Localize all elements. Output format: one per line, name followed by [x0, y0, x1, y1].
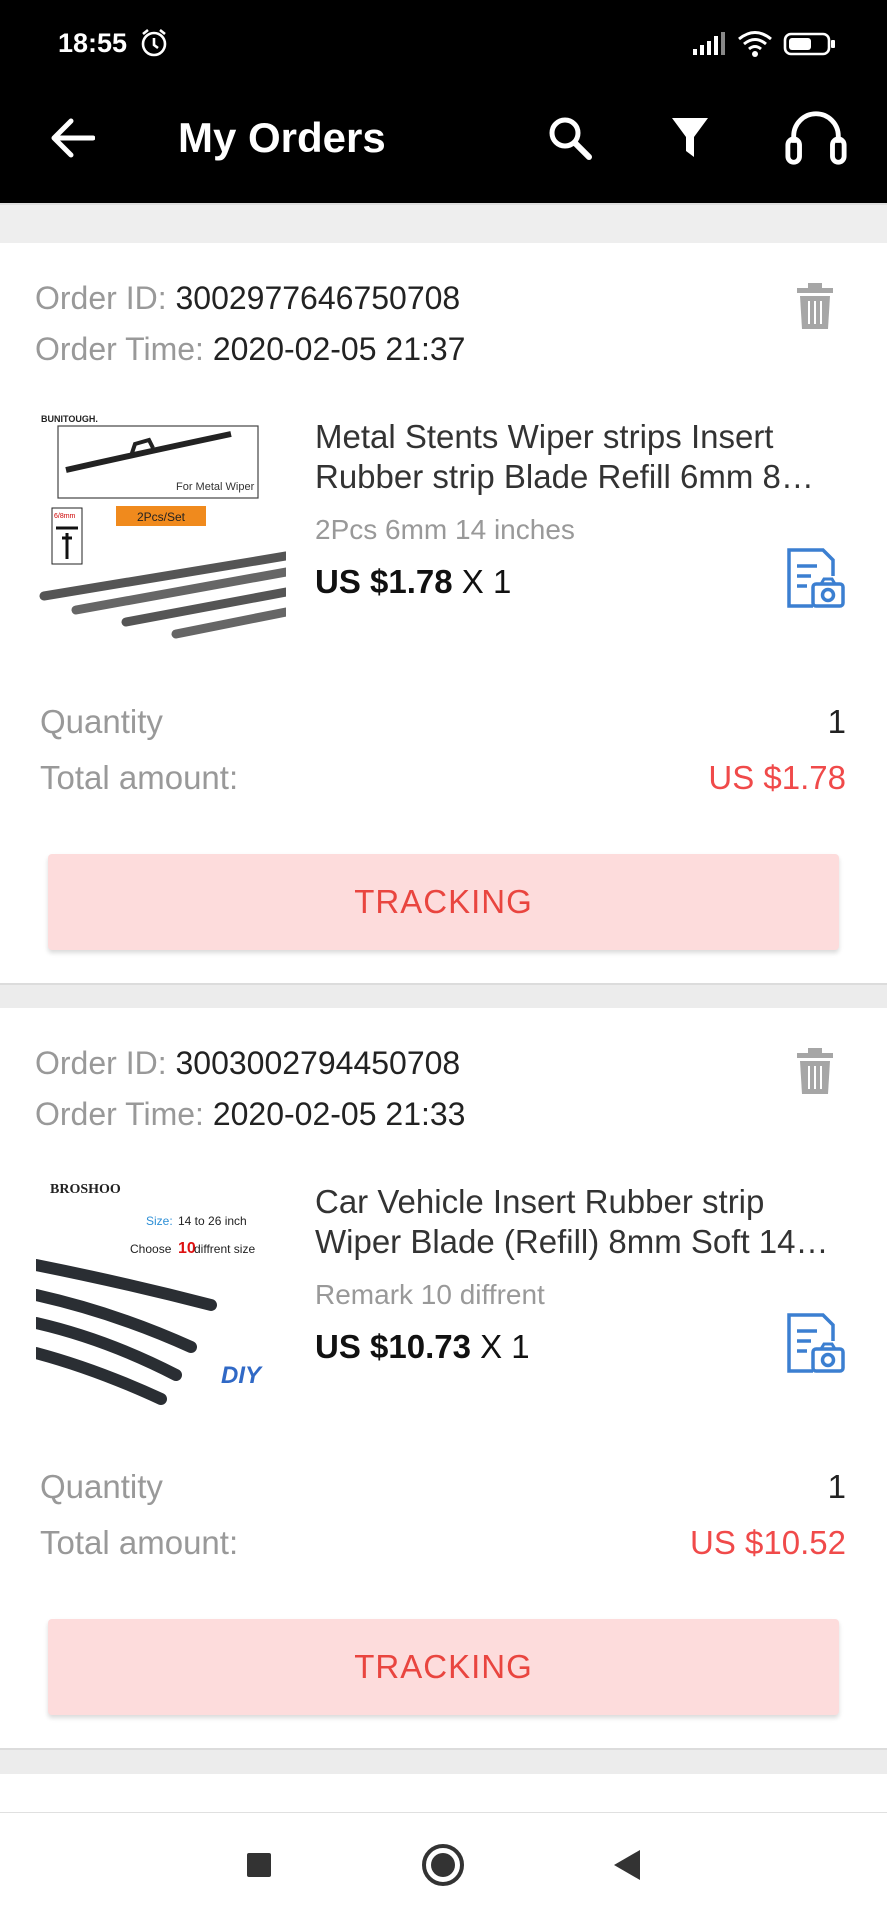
- total-label: Total amount:: [40, 759, 239, 796]
- order-card: Order ID: 3002977646750708 Order Time: 2…: [0, 243, 887, 985]
- tracking-button[interactable]: TRACKING: [48, 1619, 839, 1715]
- system-nav-bar: [0, 1812, 887, 1920]
- photo-review-icon[interactable]: [783, 546, 847, 610]
- trash-icon[interactable]: [795, 283, 835, 331]
- order-time-value: 2020-02-05 21:33: [212, 1096, 466, 1132]
- quantity-label: Quantity: [40, 1468, 163, 1505]
- product-image-brand: BUNITOUGH.: [41, 414, 98, 424]
- total-label: Total amount:: [40, 1524, 239, 1561]
- next-order-card-peek: [0, 1774, 887, 1812]
- order-id-row: Order ID: 3002977646750708: [35, 280, 460, 317]
- product-title-line: Wiper Blade (Refill) 8mm Soft 14"…: [315, 1223, 835, 1260]
- order-id-value: 3002977646750708: [175, 280, 461, 316]
- order-card: Order ID: 3003002794450708 Order Time: 2…: [0, 1008, 887, 1750]
- product-title[interactable]: Car Vehicle Insert Rubber strip Wiper Bl…: [315, 1182, 835, 1262]
- total-value: US $1.78: [708, 759, 846, 796]
- order-id-label: Order ID:: [35, 1045, 167, 1081]
- product-image-choose: Choose: [130, 1242, 172, 1256]
- product-price: US $10.73: [315, 1328, 471, 1365]
- order-time-value: 2020-02-05 21:37: [212, 331, 466, 367]
- total-value: US $10.52: [690, 1524, 846, 1561]
- product-image-brand: BROSHOO: [50, 1182, 121, 1197]
- status-time: 18:55: [58, 28, 128, 58]
- product-image-caption: For Metal Wiper: [176, 481, 255, 493]
- page-title: My Orders: [178, 114, 386, 161]
- home-icon[interactable]: [415, 1837, 471, 1893]
- tracking-button[interactable]: TRACKING: [48, 854, 839, 950]
- headset-icon[interactable]: [784, 106, 848, 170]
- product-title-line: Metal Stents Wiper strips Insert: [315, 418, 774, 455]
- back-triangle-icon[interactable]: [598, 1837, 654, 1893]
- quantity-value: 1: [827, 703, 846, 740]
- order-id-value: 3003002794450708: [175, 1045, 461, 1081]
- filter-icon[interactable]: [658, 106, 722, 170]
- product-title-line: Rubber strip Blade Refill 6mm 8…: [315, 458, 814, 495]
- order-time-label: Order Time:: [35, 331, 204, 367]
- quantity-value: 1: [827, 1468, 846, 1505]
- quantity-label: Quantity: [40, 703, 163, 740]
- order-id-row: Order ID: 3003002794450708: [35, 1045, 460, 1082]
- battery-icon: [783, 31, 837, 62]
- app-bar: My Orders: [0, 88, 887, 203]
- product-image-diy: DIY: [221, 1362, 263, 1389]
- product-image-tag: 2Pcs/Set: [137, 510, 186, 524]
- order-time-label: Order Time:: [35, 1096, 204, 1132]
- photo-review-icon[interactable]: [783, 1311, 847, 1375]
- search-icon[interactable]: [538, 106, 602, 170]
- product-price-row: US $1.78 X 1: [315, 563, 511, 601]
- product-qty: X 1: [480, 1328, 530, 1365]
- wifi-icon: [737, 30, 773, 63]
- product-image-choose-suffix: diffrent size: [194, 1242, 255, 1256]
- order-time-row: Order Time: 2020-02-05 21:33: [35, 1096, 465, 1133]
- list-top-divider: [0, 203, 887, 243]
- product-image[interactable]: BUNITOUGH. For Metal Wiper 2Pcs/Set 6/8m…: [36, 408, 286, 658]
- system-icons: [691, 30, 837, 63]
- product-price: US $1.78: [315, 563, 453, 600]
- product-image-size-value: 14 to 26 inch: [178, 1214, 247, 1228]
- trash-icon[interactable]: [795, 1048, 835, 1096]
- product-qty: X 1: [461, 563, 512, 600]
- recent-apps-icon[interactable]: [231, 1837, 287, 1893]
- product-title[interactable]: Metal Stents Wiper strips Insert Rubber …: [315, 417, 835, 497]
- alarm-icon: [138, 27, 170, 59]
- product-image[interactable]: BROSHOO Size: 14 to 26 inch Choose 10 di…: [36, 1173, 286, 1423]
- back-arrow-icon[interactable]: [44, 110, 100, 166]
- status-bar: 18:55: [0, 0, 887, 88]
- order-id-label: Order ID:: [35, 280, 167, 316]
- product-sku: 2Pcs 6mm 14 inches: [315, 514, 575, 545]
- signal-icon: [691, 31, 727, 62]
- product-image-size-tag: 6/8mm: [54, 513, 76, 520]
- order-time-row: Order Time: 2020-02-05 21:37: [35, 331, 465, 368]
- product-title-line: Car Vehicle Insert Rubber strip: [315, 1183, 765, 1220]
- product-price-row: US $10.73 X 1: [315, 1328, 530, 1366]
- product-sku: Remark 10 diffrent: [315, 1279, 545, 1310]
- product-image-size-label: Size:: [146, 1214, 173, 1228]
